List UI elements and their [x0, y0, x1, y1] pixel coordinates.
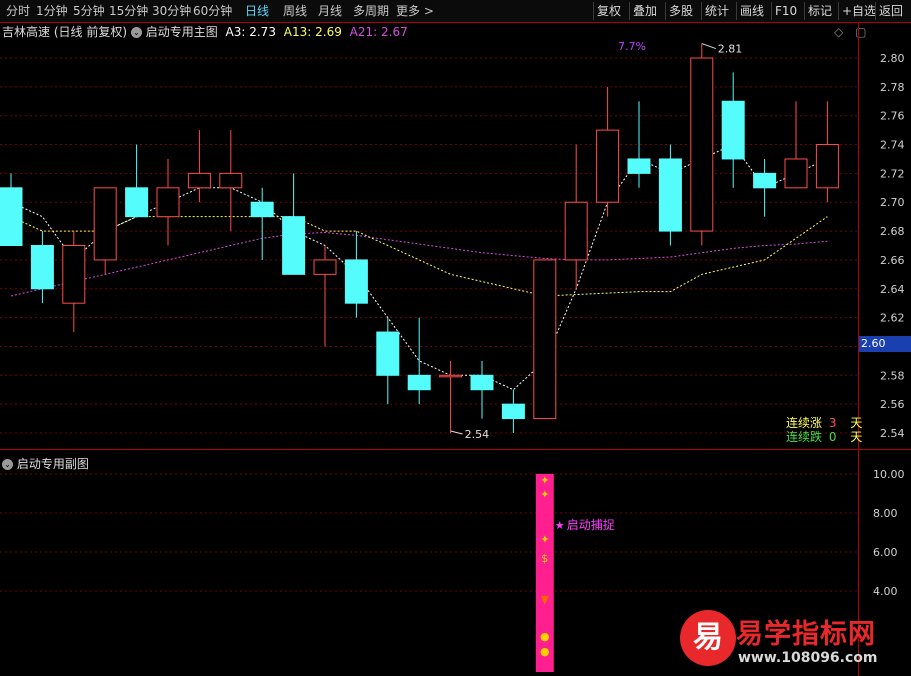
sub-y-tick-label: 6.00	[873, 546, 898, 559]
candle-down	[407, 374, 431, 391]
candle-up	[784, 158, 808, 189]
candle-up	[313, 259, 337, 275]
y-tick-label: 2.70	[880, 196, 905, 209]
butterfly-icon: ✦	[540, 533, 549, 546]
candle-up	[93, 187, 117, 261]
candle-up	[156, 187, 180, 218]
sub-y-tick-label: 4.00	[873, 585, 898, 598]
watermark-title: 易学指标网	[736, 619, 876, 650]
candle-down	[470, 374, 494, 391]
fall-streak: 连续跌 0 天	[786, 428, 862, 445]
candle-down	[125, 187, 149, 218]
fall-label: 连续跌	[786, 430, 823, 444]
ma21-line	[10, 232, 828, 297]
candle-down	[30, 245, 54, 290]
candle-down	[501, 403, 525, 420]
chart-canvas: 2.80 2.78 2.76 2.74 2.72 2.70 2.68 2.66 2.64 2.62…	[0, 22, 911, 676]
candle-down	[753, 172, 777, 189]
candle-down	[376, 331, 400, 376]
y-tick-label: 2.62	[880, 312, 905, 325]
signal-label: 启动捕捉	[567, 517, 615, 532]
candle-down	[282, 216, 306, 275]
y-tick-label: 2.72	[880, 167, 905, 180]
candle-down	[344, 259, 368, 304]
y-tick-label: 2.80	[880, 52, 905, 65]
money-bag-icon: $	[541, 552, 548, 565]
y-tick-label: 2.76	[880, 110, 905, 123]
candle-up	[219, 172, 243, 189]
percent-label: 7.7%	[618, 40, 646, 53]
watermark-logo: 易	[680, 610, 736, 666]
y-tick-label: 2.64	[880, 283, 905, 296]
watermark-url: www.108096.com	[738, 650, 878, 666]
candle-down	[0, 187, 23, 246]
sub-y-tick-label: 10.00	[873, 468, 905, 481]
y-tick-label: 2.56	[880, 398, 905, 411]
candle-up	[564, 201, 588, 261]
candle-down	[658, 158, 682, 232]
y-tick-label: 2.54	[880, 427, 905, 440]
candle-up	[62, 245, 86, 304]
gold-coin-icon: ●	[540, 645, 550, 658]
fall-unit: 天	[850, 430, 863, 444]
chevron-down-icon[interactable]: ⌄	[2, 459, 13, 470]
fall-count: 0	[828, 430, 837, 444]
watermark: 易 易学指标网 www.108096.com	[670, 606, 911, 676]
y-tick-label: 2.66	[880, 254, 905, 267]
sub-chart-title[interactable]: 启动专用副图	[17, 457, 89, 471]
candle-up	[533, 259, 557, 420]
sub-y-tick-label: 8.00	[873, 507, 898, 520]
y-tick-label: 2.78	[880, 81, 905, 94]
candle-up	[690, 57, 714, 232]
gold-coin-icon: ●	[540, 630, 550, 643]
sub-chart-header: ⌄ 启动专用副图	[2, 455, 89, 472]
high-pointer	[701, 43, 716, 50]
high-label: 2.81	[718, 43, 743, 56]
y-tick-label: 2.68	[880, 225, 905, 238]
candle-up	[439, 374, 463, 378]
candle-down	[627, 158, 651, 174]
low-label: 2.54	[465, 428, 490, 441]
butterfly-icon: ✦	[540, 488, 549, 501]
candle-up	[815, 144, 839, 189]
y-tick-label: 2.58	[880, 369, 905, 382]
candle-up	[596, 129, 620, 203]
current-price-badge: 2.60	[859, 336, 911, 352]
y-tick-label: 2.74	[880, 139, 905, 152]
arrow-down-icon: ▼	[541, 593, 550, 606]
candle-down	[250, 201, 274, 218]
candle-up	[187, 172, 211, 189]
butterfly-icon: ✦	[540, 474, 549, 487]
star-icon: ★	[555, 519, 565, 532]
candle-down	[721, 100, 745, 160]
